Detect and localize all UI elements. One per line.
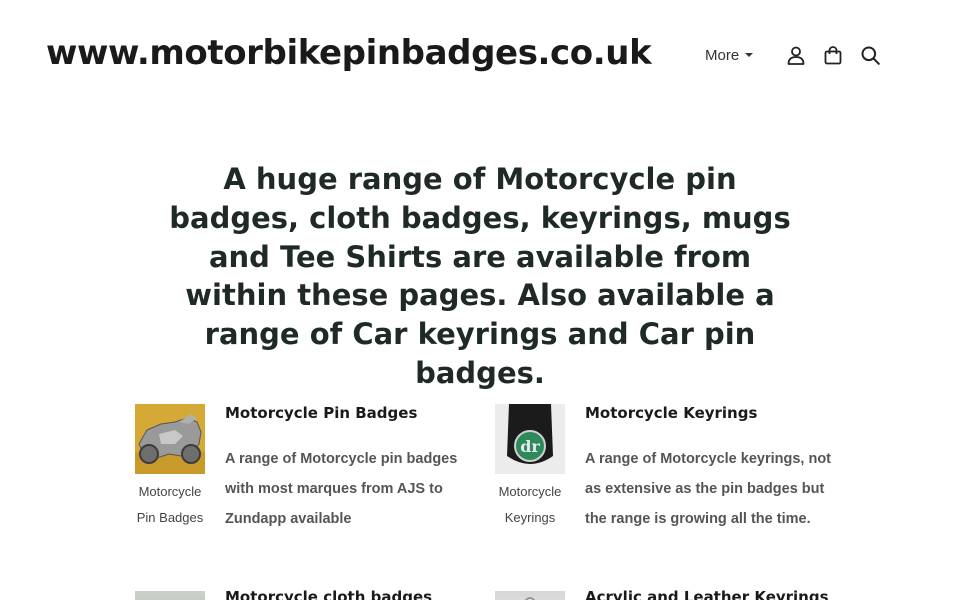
pin-badges-title[interactable]: Motorcycle Pin Badges xyxy=(225,404,417,422)
main-nav: More xyxy=(705,43,881,67)
nav-more-dropdown[interactable]: More xyxy=(705,46,754,64)
pin-badge-caption: Motorcycle Pin Badges xyxy=(136,484,204,525)
cloth-badge-thumbnail[interactable] xyxy=(135,591,205,600)
site-header: www.motorbikepinbadges.co.uk More xyxy=(0,0,960,110)
keyrings-title[interactable]: Motorcycle Keyrings xyxy=(585,404,757,422)
acrylic-keyrings-title[interactable]: Acrylic and Leather Keyrings xyxy=(585,588,829,600)
nav-more-label: More xyxy=(705,46,740,64)
pin-badges-description: A range of Motorcycle pin badges with mo… xyxy=(225,451,458,527)
user-icon[interactable] xyxy=(785,44,807,66)
shopping-bag-icon[interactable] xyxy=(822,44,844,66)
cloth-badges-title[interactable]: Motorcycle cloth badges xyxy=(225,588,432,600)
caret-down-icon xyxy=(745,53,754,57)
hero-heading: A huge range of Motorcycle pin badges, c… xyxy=(169,162,791,390)
keyring-thumbnail[interactable]: dr xyxy=(495,404,565,474)
acrylic-keyring-thumbnail[interactable] xyxy=(495,591,565,600)
keyrings-description: A range of Motorcycle keyrings, not as e… xyxy=(585,451,832,527)
svg-text:dr: dr xyxy=(520,437,540,456)
pin-badge-thumbnail[interactable] xyxy=(135,404,205,474)
site-title-link[interactable]: www.motorbikepinbadges.co.uk xyxy=(46,33,652,73)
keyring-caption: Motorcycle Keyrings xyxy=(498,484,562,525)
search-icon[interactable] xyxy=(859,44,881,66)
